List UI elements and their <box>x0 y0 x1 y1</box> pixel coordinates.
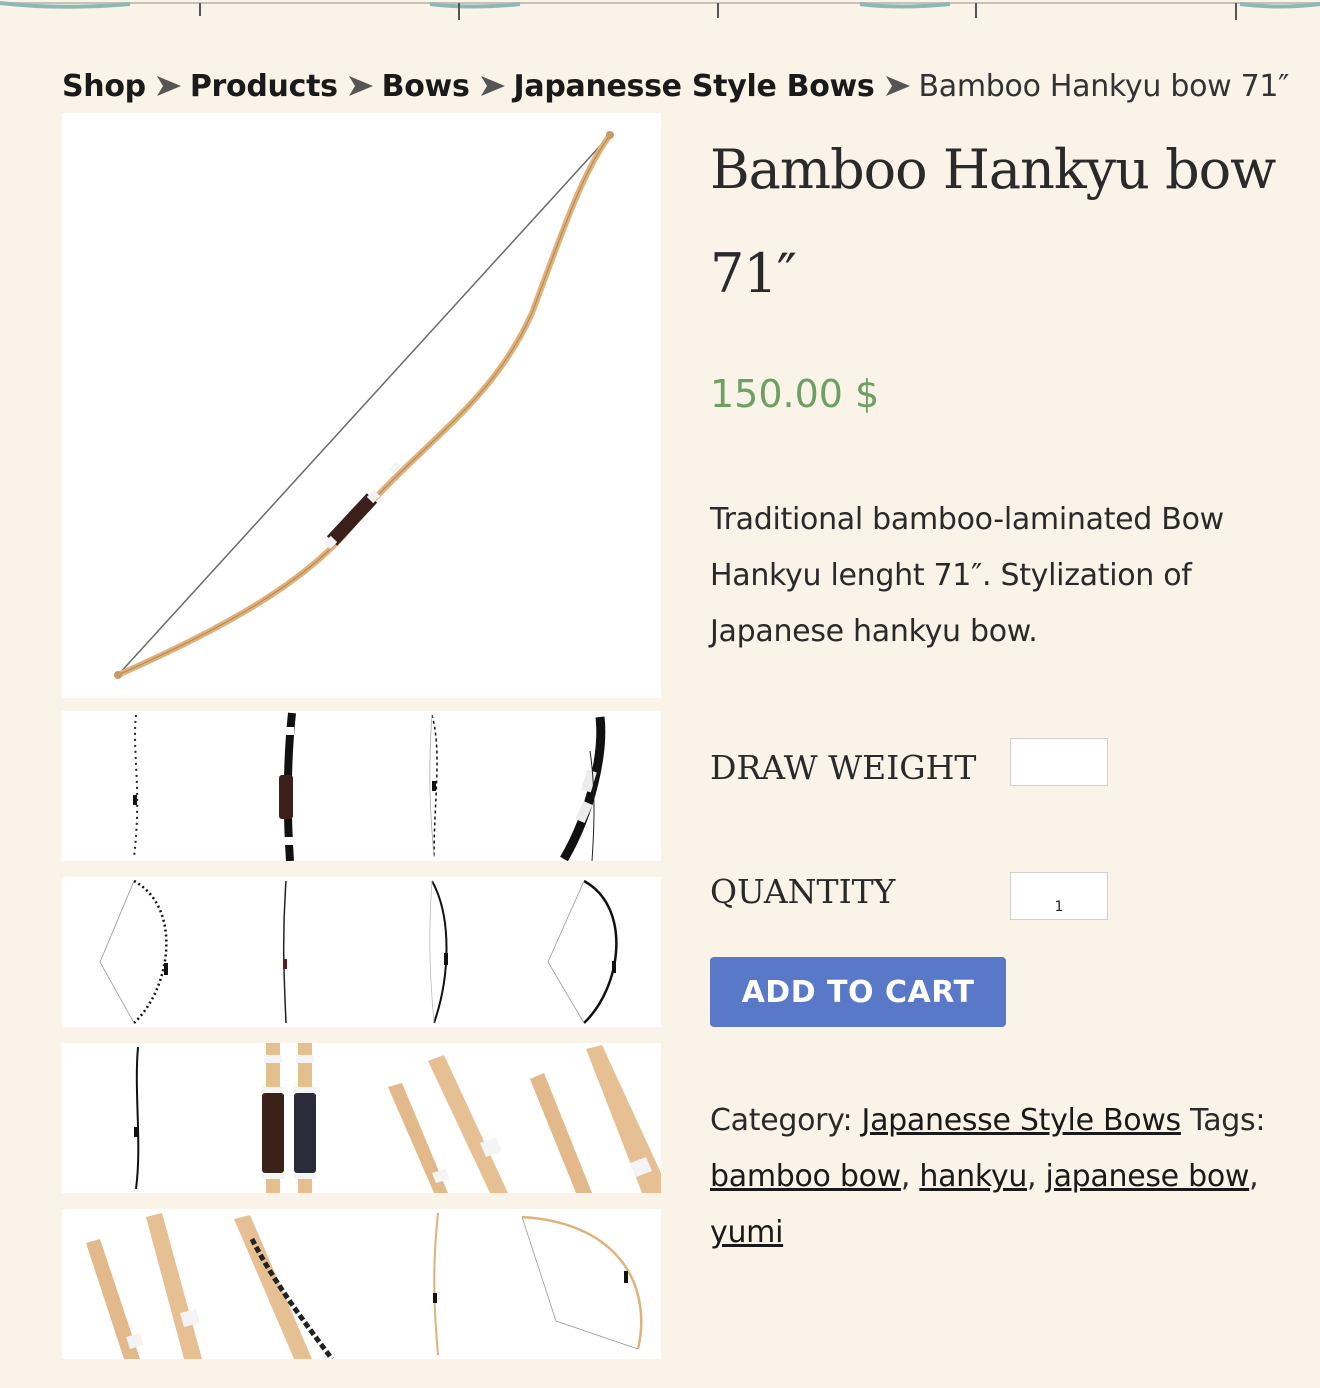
thumbnail-row[interactable] <box>62 877 661 1027</box>
breadcrumb-products[interactable]: Products <box>190 69 338 104</box>
thumbnail-row[interactable] <box>62 1043 661 1193</box>
quantity-input[interactable] <box>1010 872 1108 920</box>
quantity-label: QUANTITY <box>710 872 896 911</box>
arrow-right-icon <box>346 71 376 101</box>
tag-link[interactable]: hankyu <box>919 1159 1027 1194</box>
product-meta: Category: Japanesse Style Bows Tags: bam… <box>710 1103 1266 1250</box>
breadcrumb-shop[interactable]: Shop <box>62 69 146 104</box>
product-main-image[interactable] <box>62 113 661 698</box>
tag-link[interactable]: bamboo bow <box>710 1159 901 1194</box>
product-title: Bamboo Hankyu bow 71″ <box>710 138 1276 305</box>
product-description: Traditional bamboo-laminated Bow Hankyu … <box>710 502 1224 649</box>
breadcrumb-current: Bamboo Hankyu bow 71″ <box>918 68 1290 104</box>
tag-link[interactable]: japanese bow <box>1046 1159 1250 1194</box>
add-to-cart-button[interactable]: ADD TO CART <box>710 957 1006 1027</box>
arrow-right-icon <box>883 71 913 101</box>
category-label: Category: <box>710 1103 853 1138</box>
breadcrumb-japanese-style-bows[interactable]: Japanesse Style Bows <box>514 69 875 104</box>
tags-label: Tags: <box>1190 1103 1266 1138</box>
arrow-right-icon <box>478 71 508 101</box>
header-decoration <box>0 0 1320 24</box>
draw-weight-input[interactable] <box>1010 738 1108 786</box>
arrow-right-icon <box>154 71 184 101</box>
thumbnail-row[interactable] <box>62 711 661 861</box>
draw-weight-label: DRAW WEIGHT <box>710 748 977 787</box>
thumbnail-row[interactable] <box>62 1209 661 1359</box>
breadcrumb-bows[interactable]: Bows <box>382 69 470 104</box>
tag-link[interactable]: yumi <box>710 1215 783 1250</box>
breadcrumb: Shop Products Bows Japanesse Style Bows … <box>62 64 1302 108</box>
category-link[interactable]: Japanesse Style Bows <box>862 1103 1182 1138</box>
product-price: 150.00 $ <box>710 372 880 416</box>
